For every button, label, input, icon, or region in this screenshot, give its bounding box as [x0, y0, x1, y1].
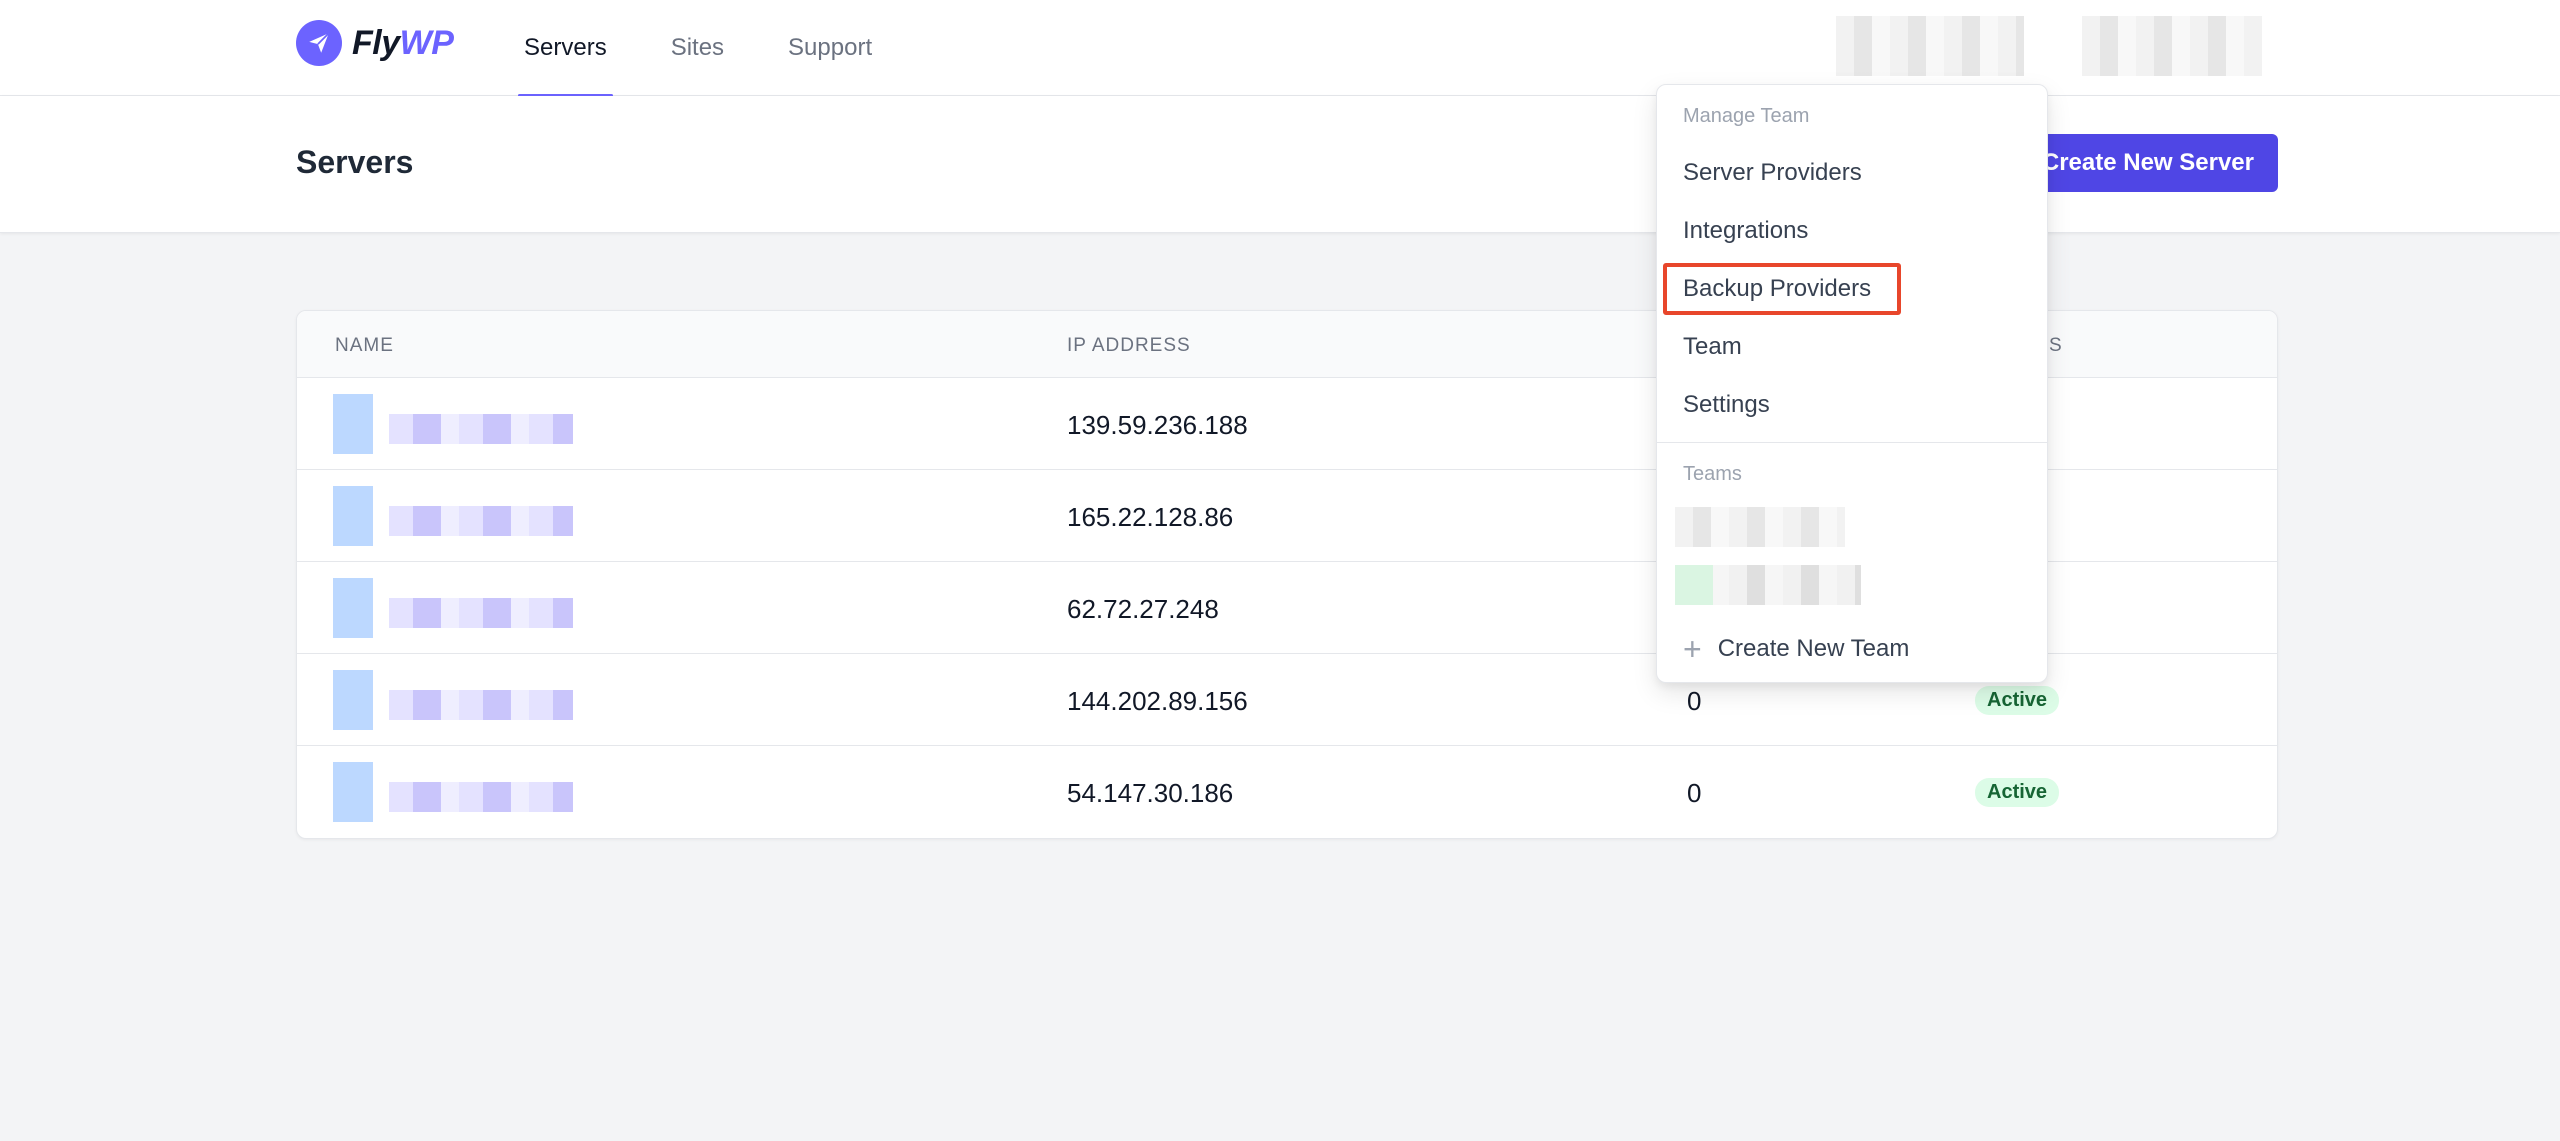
- page-title: Servers: [296, 144, 414, 180]
- server-ip: 62.72.27.248: [1067, 594, 1219, 624]
- redacted-team-item[interactable]: [1675, 507, 1845, 547]
- flywp-logo[interactable]: FlyWP: [296, 20, 454, 66]
- manage-team-heading: Manage Team: [1683, 105, 1810, 127]
- logo-text: FlyWP: [352, 23, 454, 62]
- menu-divider: [1657, 442, 2047, 443]
- menu-item-team[interactable]: Team: [1683, 333, 1742, 361]
- team-dropdown-menu: Manage Team Server Providers Integration…: [1656, 84, 2048, 683]
- create-new-team-button[interactable]: + Create New Team: [1683, 633, 1909, 665]
- server-site-count: 0: [1687, 686, 1702, 716]
- server-ip: 54.147.30.186: [1067, 778, 1234, 808]
- status-badge: Active: [1975, 686, 2060, 715]
- column-header-ip: IP ADDRESS: [1067, 335, 1191, 356]
- top-navbar: FlyWP Servers Sites Support: [0, 0, 2560, 97]
- server-site-count: 0: [1687, 778, 1702, 808]
- redacted-team-name[interactable]: [1836, 16, 2024, 76]
- redacted-server-name[interactable]: [333, 394, 573, 454]
- menu-item-server-providers[interactable]: Server Providers: [1683, 159, 1862, 187]
- nav-item-servers[interactable]: Servers: [518, 0, 613, 97]
- column-header-status: S: [2049, 335, 2063, 356]
- table-row[interactable]: 54.147.30.186 0 Active: [297, 746, 2277, 838]
- nav-item-support[interactable]: Support: [782, 0, 878, 96]
- redacted-server-name[interactable]: [333, 762, 573, 822]
- menu-item-integrations[interactable]: Integrations: [1683, 217, 1808, 245]
- page-header: Servers Create New Server: [0, 96, 2560, 233]
- redacted-team-item[interactable]: [1675, 565, 1861, 605]
- menu-item-backup-providers[interactable]: Backup Providers: [1683, 275, 1871, 303]
- nav-item-sites[interactable]: Sites: [665, 0, 730, 96]
- server-ip: 139.59.236.188: [1067, 410, 1248, 440]
- redacted-server-name[interactable]: [333, 578, 573, 638]
- teams-heading: Teams: [1683, 463, 1742, 485]
- create-team-label: Create New Team: [1717, 635, 1910, 662]
- user-menu[interactable]: [1836, 16, 2262, 76]
- status-badge: Active: [1975, 778, 2060, 807]
- paper-plane-icon: [296, 20, 342, 66]
- server-ip: 165.22.128.86: [1067, 502, 1234, 532]
- column-header-name: NAME: [335, 335, 394, 356]
- redacted-server-name[interactable]: [333, 670, 573, 730]
- redacted-user-avatar[interactable]: [2082, 16, 2262, 76]
- plus-icon: +: [1683, 631, 1702, 667]
- main-nav: Servers Sites Support: [518, 0, 930, 97]
- menu-item-settings[interactable]: Settings: [1683, 391, 1770, 419]
- server-ip: 144.202.89.156: [1067, 686, 1248, 716]
- redacted-server-name[interactable]: [333, 486, 573, 546]
